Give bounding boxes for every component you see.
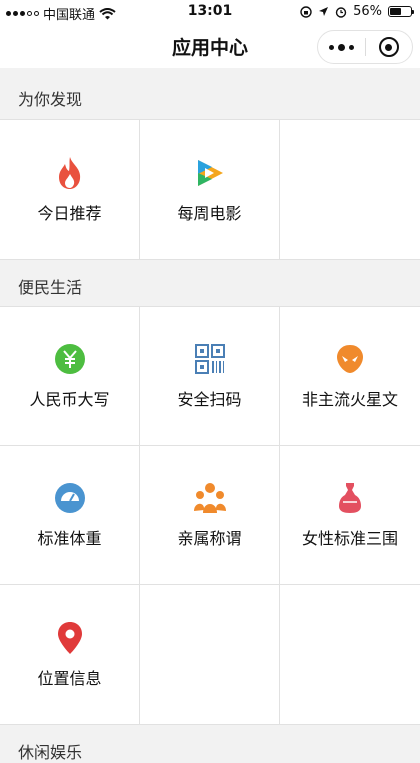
app-label: 女性标准三围 (301, 529, 398, 548)
grid-empty-cell (280, 120, 420, 259)
mini-program-capsule (317, 30, 413, 64)
alarm-icon (335, 6, 347, 18)
app-label: 每周电影 (177, 203, 242, 223)
app-item-location-info[interactable]: 位置信息 (0, 585, 140, 724)
flame-icon (53, 156, 87, 190)
close-target-icon (378, 37, 399, 57)
app-item-rmb-uppercase[interactable]: 人民币大写 (0, 307, 140, 446)
grid-empty-cell (280, 585, 420, 724)
app-label: 人民币大写 (29, 390, 110, 409)
app-item-today-recommend[interactable]: 今日推荐 (0, 120, 140, 259)
video-play-icon (193, 156, 227, 190)
location-pin-icon (53, 621, 87, 655)
app-item-martian-text[interactable]: 非主流火星文 (280, 307, 420, 446)
battery-percent: 56% (353, 4, 382, 19)
nav-bar: 应用中心 (0, 24, 420, 68)
more-options-button[interactable] (318, 31, 365, 63)
family-icon (193, 481, 227, 515)
app-label: 非主流火星文 (301, 390, 398, 409)
app-item-female-measurements[interactable]: 女性标准三围 (280, 446, 420, 585)
rotation-lock-icon (300, 5, 312, 18)
app-label: 今日推荐 (37, 203, 102, 223)
scale-icon (53, 481, 87, 515)
app-item-standard-weight[interactable]: 标准体重 (0, 446, 140, 585)
qr-barcode-icon (193, 342, 227, 376)
app-label: 位置信息 (37, 668, 102, 688)
status-bar: 中国联通 13:01 56% (0, 0, 420, 24)
app-item-safe-scan[interactable]: 安全扫码 (140, 307, 280, 446)
grid-empty-cell (140, 585, 280, 724)
status-right: 56% (300, 4, 414, 19)
alien-icon (333, 342, 367, 376)
location-arrow-icon (319, 7, 329, 16)
yuan-icon (53, 342, 87, 376)
close-mini-program-button[interactable] (366, 31, 412, 63)
app-label: 标准体重 (37, 529, 102, 548)
grid-convenience: 人民币大写 安全扫码 非主流火星文 标准体重 亲属称谓 女性标准三围 位置信息 (0, 306, 420, 725)
app-item-weekly-movie[interactable]: 每周电影 (140, 120, 280, 259)
dress-icon (333, 481, 367, 515)
section-title-convenience: 便民生活 (18, 278, 83, 297)
battery-icon (388, 6, 414, 17)
grid-discover: 今日推荐 每周电影 (0, 119, 420, 260)
app-item-relative-titles[interactable]: 亲属称谓 (140, 446, 280, 585)
app-label: 安全扫码 (177, 390, 242, 409)
section-title-leisure: 休闲娱乐 (18, 743, 83, 762)
app-label: 亲属称谓 (177, 529, 242, 548)
section-title-discover: 为你发现 (18, 90, 83, 109)
